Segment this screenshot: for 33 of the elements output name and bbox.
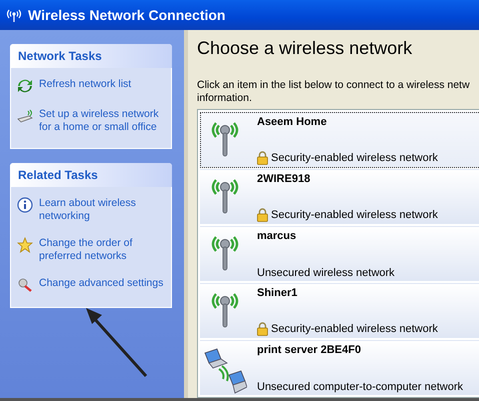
network-item[interactable]: 2WIRE918 Security-enabled wireless network	[200, 169, 479, 225]
network-item[interactable]: marcus Unsecured wireless network	[200, 226, 479, 282]
description-text: Click an item in the list below to connect to a wireless netw	[197, 79, 471, 92]
description-text: information.	[197, 92, 253, 105]
network-name: Shiner1	[257, 287, 298, 299]
network-status: Unsecured computer-to-computer network	[257, 381, 464, 393]
network-name: marcus	[257, 230, 298, 242]
panel-title: Related Tasks	[10, 163, 172, 187]
two-laptops-icon	[203, 347, 247, 395]
network-status: Unsecured wireless network	[257, 267, 395, 279]
network-name: print server 2BE4F0	[257, 344, 362, 356]
window-title: Wireless Network Connection	[28, 7, 226, 23]
annotation-arrow	[84, 306, 150, 378]
network-item[interactable]: print server 2BE4F0 Unsecured computer-to-computer network	[200, 340, 479, 396]
task-link[interactable]: Set up a wireless network for a home or small office	[39, 108, 169, 134]
task-link[interactable]: Change advanced settings	[39, 277, 164, 290]
task-link[interactable]: Learn about wireless networking	[39, 197, 169, 223]
network-name: 2WIRE918	[257, 173, 312, 185]
task-link[interactable]: Refresh network list	[39, 78, 132, 91]
refresh-arrows-icon	[17, 78, 33, 94]
panel-title: Network Tasks	[10, 44, 172, 68]
network-item[interactable]: Shiner1 Security-enabled wireless network	[200, 283, 479, 339]
task-link[interactable]: Change the order of preferred networks	[39, 237, 169, 263]
page-heading: Choose a wireless network	[197, 38, 414, 59]
wireless-signal-icon	[5, 8, 23, 22]
network-name: Aseem Home	[257, 116, 328, 128]
network-status: Security-enabled wireless network	[271, 323, 438, 335]
network-item[interactable]: Aseem Home Security-enabled wireless network	[200, 112, 479, 168]
network-status: Security-enabled wireless network	[271, 209, 438, 221]
wireless-router-icon	[17, 108, 33, 124]
info-icon	[17, 197, 33, 213]
network-status: Security-enabled wireless network	[271, 152, 438, 164]
star-icon	[17, 237, 33, 253]
